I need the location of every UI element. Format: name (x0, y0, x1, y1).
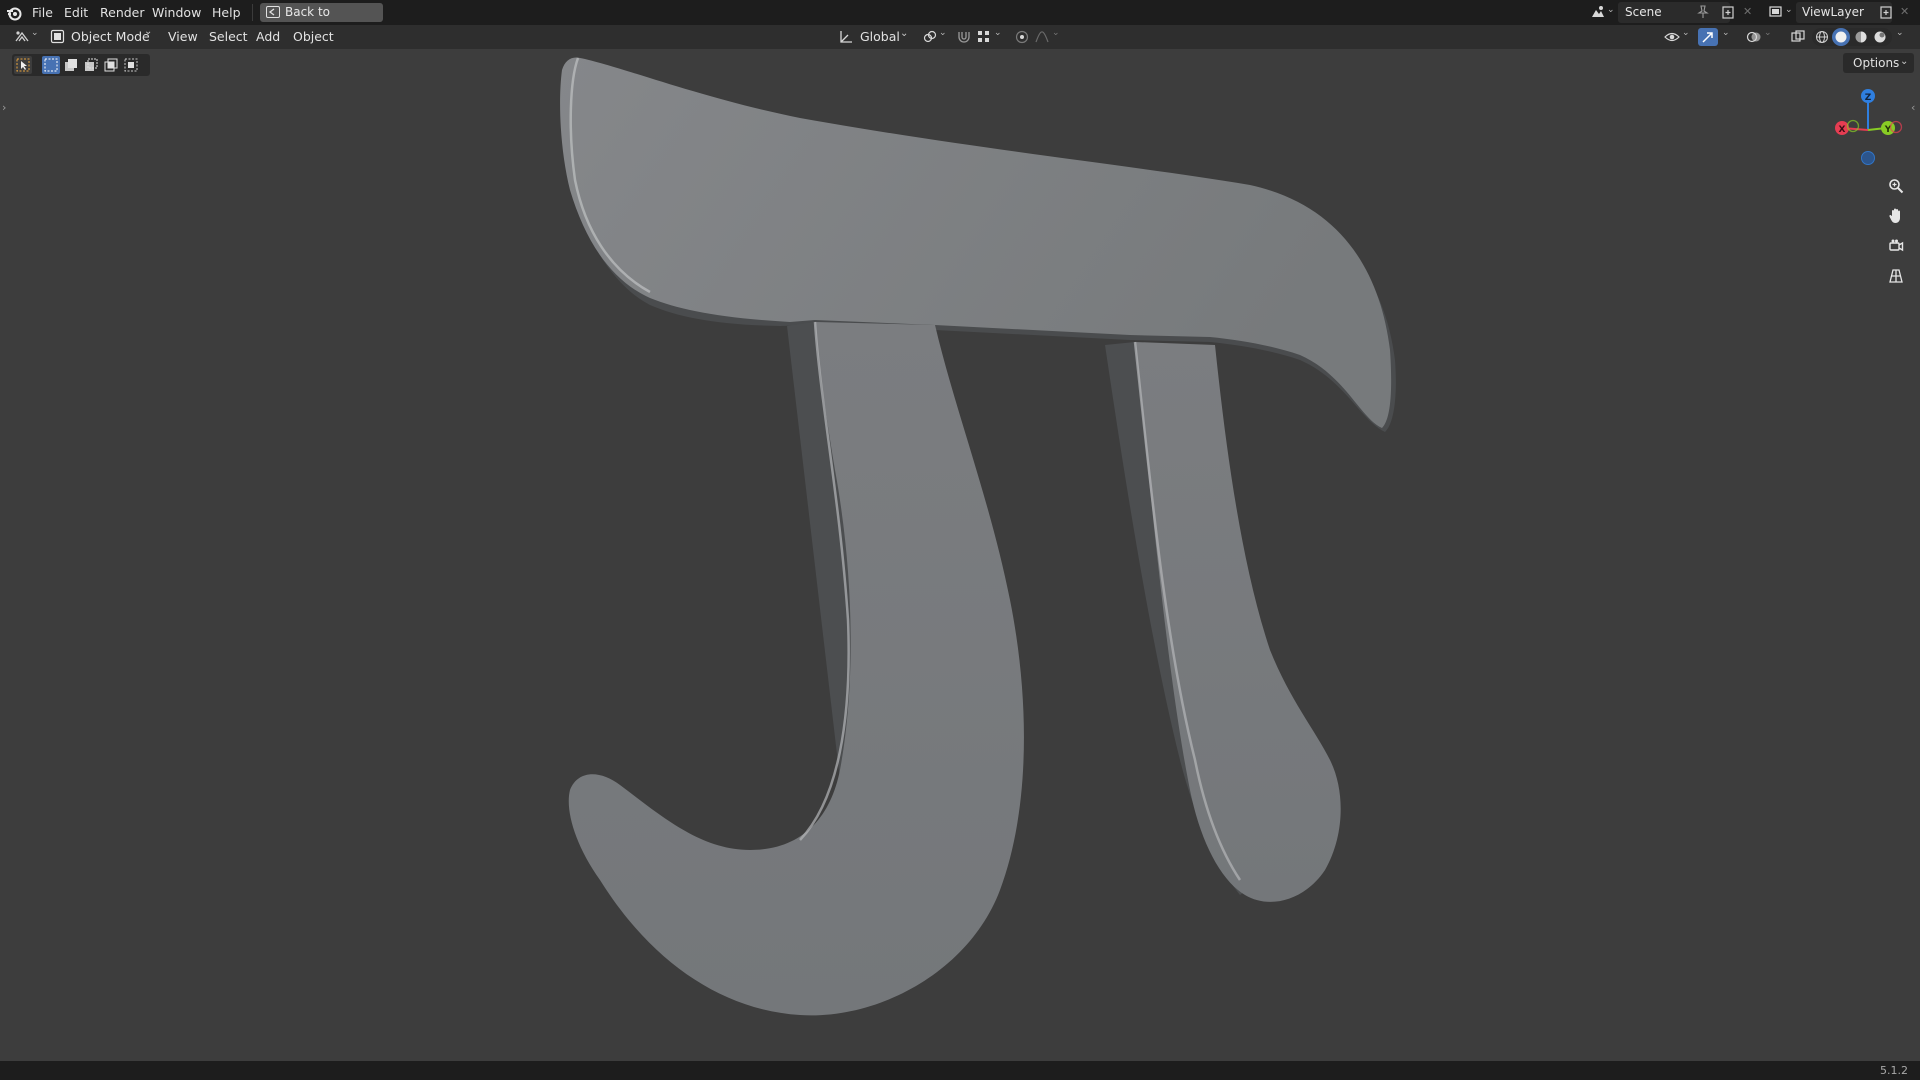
perspective-toggle-button[interactable] (1882, 262, 1910, 290)
gizmo-toggle-button[interactable] (1698, 28, 1718, 46)
camera-view-button[interactable] (1882, 232, 1910, 260)
grid-perspective-icon (1889, 269, 1903, 283)
chevron-down-icon[interactable]: ⌄ (1764, 28, 1772, 38)
chevron-down-icon[interactable]: ⌄ (1785, 5, 1793, 15)
editor-type-icon[interactable] (14, 29, 30, 45)
menu-add[interactable]: Add (256, 25, 280, 49)
chevron-down-icon[interactable]: ⌄ (1896, 28, 1904, 38)
new-scene-icon[interactable] (1720, 4, 1736, 20)
scene-icon[interactable] (1590, 4, 1606, 20)
transform-orientation-icon[interactable] (838, 29, 854, 45)
3d-viewport[interactable]: › ‹ (0, 49, 1920, 1061)
shading-mode-group (1812, 28, 1892, 46)
solid-shading-button[interactable] (1832, 28, 1850, 46)
toolbar-toggle-icon[interactable]: › (2, 101, 6, 114)
status-bar: 5.1.2 (0, 1061, 1920, 1080)
solid-shading-icon (1835, 31, 1847, 43)
view-layer-name: ViewLayer (1802, 5, 1864, 19)
object-mode-label: Object Mode (71, 29, 150, 44)
menu-object[interactable]: Object (293, 25, 334, 49)
menu-file[interactable]: File (32, 0, 53, 25)
new-view-layer-icon[interactable] (1878, 4, 1894, 20)
visibility-eye-icon[interactable] (1664, 29, 1680, 45)
screen-back-icon (266, 6, 280, 18)
menu-render[interactable]: Render (100, 0, 145, 25)
chevron-down-icon: ⌄ (1900, 56, 1909, 67)
gizmo-x-label: X (1839, 125, 1846, 135)
chevron-down-icon: ⌄ (144, 26, 153, 37)
gizmo-axis-neg-z[interactable] (1861, 151, 1875, 165)
gizmo-z-label: Z (1865, 93, 1872, 103)
chevron-down-icon[interactable]: ⌄ (31, 28, 39, 38)
menu-divider (252, 4, 253, 21)
navigation-gizmo[interactable]: Z X Y (1826, 82, 1906, 172)
pi-symbol-mesh[interactable] (0, 49, 1920, 1061)
chevron-down-icon[interactable]: ⌄ (1682, 28, 1690, 38)
object-mode-dropdown[interactable]: Object Mode ⌄ (46, 26, 158, 47)
chevron-down-icon[interactable]: ⌄ (1607, 5, 1615, 15)
options-label: Options (1853, 56, 1900, 70)
material-preview-icon[interactable] (1854, 30, 1868, 44)
scene-name-field[interactable]: Scene (1618, 2, 1730, 23)
pan-hand-icon (1889, 208, 1900, 223)
back-to-previous-button[interactable]: Back to Previous (260, 3, 383, 38)
proportional-editing-icon[interactable] (1014, 29, 1030, 45)
object-mode-icon (50, 29, 65, 44)
pan-button[interactable] (1882, 202, 1910, 230)
version-label: 5.1.2 (1880, 1064, 1908, 1077)
rendered-shading-icon[interactable] (1873, 30, 1887, 44)
snap-magnet-icon[interactable] (956, 29, 972, 45)
menu-window[interactable]: Window (152, 0, 201, 25)
overlays-icon[interactable] (1746, 29, 1762, 45)
select-new-icon (44, 58, 58, 72)
select-invert-icon[interactable] (104, 58, 118, 72)
menu-edit[interactable]: Edit (64, 0, 88, 25)
gizmo-arrow-icon (1702, 32, 1713, 43)
zoom-icon (1889, 179, 1904, 194)
scene-name: Scene (1625, 5, 1662, 19)
chevron-down-icon[interactable]: ⌄ (1052, 28, 1060, 38)
xray-toggle-icon[interactable] (1790, 29, 1806, 45)
transform-orientation-label[interactable]: Global (860, 25, 900, 49)
sidebar-toggle-icon[interactable]: ‹ (1911, 101, 1915, 114)
pin-icon[interactable] (1696, 5, 1710, 19)
select-subtract-icon[interactable] (84, 58, 98, 72)
chevron-down-icon[interactable]: ⌄ (939, 28, 947, 38)
options-dropdown[interactable]: Options ⌄ (1843, 53, 1914, 73)
menu-select[interactable]: Select (209, 25, 248, 49)
close-view-layer-icon[interactable]: ✕ (1900, 5, 1909, 18)
falloff-curve-icon[interactable] (1034, 29, 1050, 45)
blender-logo-icon[interactable] (6, 5, 22, 21)
close-scene-icon[interactable]: ✕ (1743, 5, 1752, 18)
select-extend-icon[interactable] (64, 58, 78, 72)
gizmo-axis-neg-y[interactable] (1846, 119, 1860, 133)
chevron-down-icon[interactable]: ⌄ (1722, 28, 1730, 38)
chevron-down-icon[interactable]: ⌄ (900, 28, 908, 39)
chevron-down-icon[interactable]: ⌄ (994, 28, 1002, 38)
cursor-select-icon (16, 58, 30, 72)
snap-increment-icon[interactable] (976, 29, 992, 45)
select-tool-button[interactable] (14, 56, 32, 74)
viewport-header: ⌄ Object Mode ⌄ View Select Add Object G… (0, 25, 1920, 49)
menu-view[interactable]: View (168, 25, 198, 49)
select-intersect-icon[interactable] (124, 58, 138, 72)
zoom-button[interactable] (1882, 172, 1910, 200)
top-menu-bar: File Edit Render Window Help Back to Pre… (0, 0, 1920, 38)
view-layer-icon[interactable] (1768, 4, 1784, 20)
tool-select-strip (12, 54, 150, 76)
pivot-point-icon[interactable] (922, 29, 938, 45)
camera-icon (1889, 239, 1904, 252)
menu-help[interactable]: Help (212, 0, 241, 25)
wireframe-shading-icon[interactable] (1815, 30, 1829, 44)
select-new-button[interactable] (42, 56, 60, 74)
